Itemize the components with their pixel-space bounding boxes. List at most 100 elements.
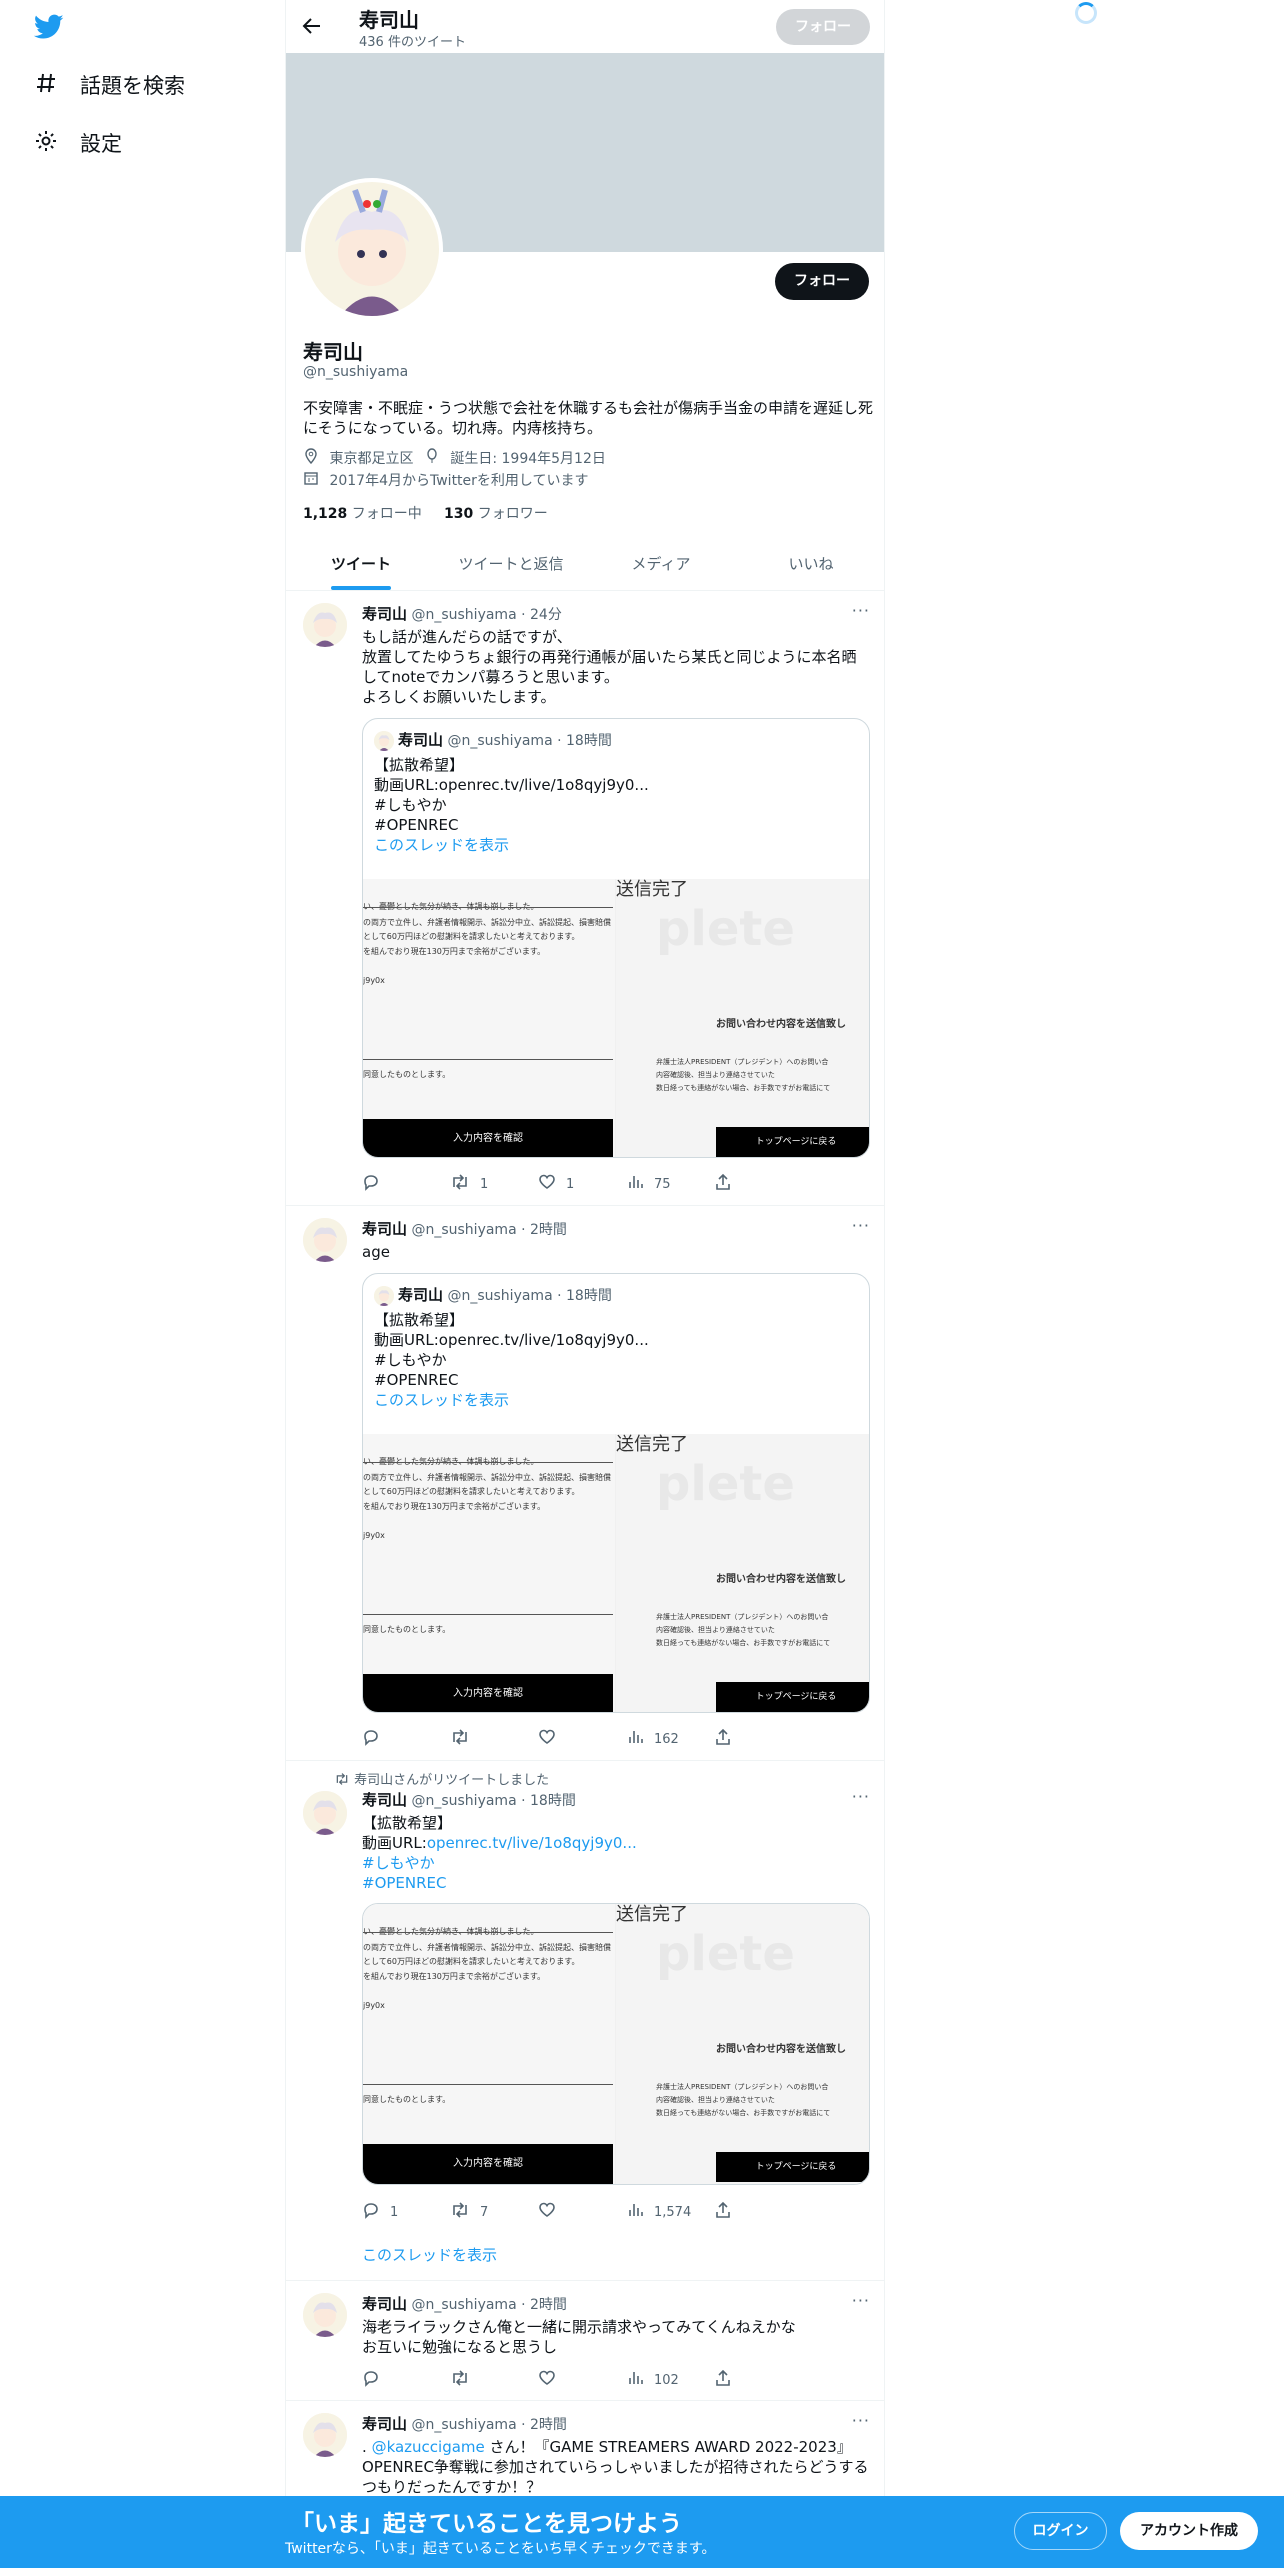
hashtag-link[interactable]: #しもやか [362, 1853, 870, 1873]
twitter-logo-icon[interactable] [33, 14, 64, 44]
retweet-button[interactable]: 1 [450, 1173, 538, 1195]
show-thread-link[interactable]: このスレッドを表示 [374, 1390, 854, 1410]
media-text-line: の両方で立件し、弁護者情報開示、訴訟分中立、訴訟提起、損害賠償 [363, 918, 611, 927]
tab-likes[interactable]: いいね [736, 538, 884, 590]
signup-button[interactable]: アカウント作成 [1120, 2512, 1258, 2550]
reply-button[interactable]: 1 [362, 2201, 450, 2223]
tweet-avatar[interactable] [303, 2293, 347, 2337]
show-thread-link[interactable]: このスレッドを表示 [362, 2245, 870, 2265]
tweet-link[interactable]: openrec.tv/live/1o8qyj9y0... [427, 1834, 637, 1852]
share-icon [714, 1173, 732, 1195]
like-button[interactable] [538, 2369, 626, 2391]
more-icon[interactable]: ··· [852, 601, 870, 620]
media-image[interactable]: い、憂鬱とした気分が続き、体調も崩しました。の両方で立件し、弁護者情報開示、訴訟… [363, 1434, 869, 1712]
share-button[interactable] [714, 1728, 802, 1750]
tweet[interactable]: 寿司山 @n_sushiyama · 24分 ··· もし話が進んだらの話ですが… [286, 591, 884, 1206]
retweet-icon [334, 1772, 350, 1790]
media-image[interactable]: い、憂鬱とした気分が続き、体調も崩しました。の両方で立件し、弁護者情報開示、訴訟… [363, 879, 869, 1157]
media-text-line: j9y0x [363, 1531, 385, 1540]
back-arrow-icon[interactable] [300, 14, 324, 42]
quoted-tweet[interactable]: 寿司山 @n_sushiyama · 18時間 【拡散希望】 動画URL:openr… [362, 1273, 870, 1713]
tweet-text: もし話が進んだらの話ですが、 放置してたゆうちょ銀行の再発行通帳が届いたら某氏と… [362, 628, 857, 706]
login-button[interactable]: ログイン [1014, 2512, 1107, 2550]
tab-media[interactable]: メディア [586, 538, 736, 590]
tweet[interactable]: 寿司山さんがリツイートしました 寿司山 @n_sushiyama · 18時間 … [286, 1761, 884, 2281]
media-image[interactable]: い、憂鬱とした気分が続き、体調も崩しました。の両方で立件し、弁護者情報開示、訴訟… [363, 1904, 869, 2184]
tab-replies[interactable]: ツイートと返信 [436, 538, 586, 590]
reply-button[interactable] [362, 1728, 450, 1750]
like-button[interactable] [538, 2201, 626, 2223]
media-text-line: 弁護士法人PRESIDENT（プレジデント）へのお問い合 [656, 1613, 829, 1621]
nav-settings-label: 設定 [80, 132, 122, 156]
views-button[interactable]: 162 [626, 1728, 714, 1750]
media-text-line: 内容確認後、担当より連絡させていた [656, 1626, 775, 1634]
more-icon[interactable]: ··· [852, 1216, 870, 1235]
tweet-avatar[interactable] [303, 603, 347, 647]
heart-icon [538, 1728, 556, 1750]
following-link[interactable]: 1,128 フォロー中 [303, 506, 422, 522]
media-text-line: の両方で立件し、弁護者情報開示、訴訟分中立、訴訟提起、損害賠償 [363, 1943, 611, 1952]
more-icon[interactable]: ··· [852, 2291, 870, 2310]
heart-icon [538, 2369, 556, 2391]
retweet-button[interactable] [450, 2369, 538, 2391]
quoted-tweet[interactable]: 寿司山 @n_sushiyama · 18時間 【拡散希望】 動画URL:openr… [362, 718, 870, 1158]
tweet-avatar[interactable] [303, 2413, 347, 2457]
reply-icon [362, 1173, 380, 1195]
profile-birthday: 誕生日: 1994年5月12日 [450, 451, 606, 467]
avatar[interactable] [301, 178, 443, 320]
retweet-button[interactable]: 7 [450, 2201, 538, 2223]
profile-bio: 不安障害・不眠症・うつ状態で会社を休職するも会社が傷病手当金の申請を遅延し死にそ… [303, 399, 874, 437]
tweet-actions: 1 1 75 [362, 1173, 802, 1195]
gear-icon [34, 129, 58, 158]
like-button[interactable] [538, 1728, 626, 1750]
share-button[interactable] [714, 2369, 802, 2391]
header-name: 寿司山 [359, 8, 419, 32]
tweet[interactable]: 寿司山 @n_sushiyama · 2時間 ··· 海老ライラックさん俺と一緒… [286, 2281, 884, 2401]
media-text-line: の両方で立件し、弁護者情報開示、訴訟分中立、訴訟提起、損害賠償 [363, 1473, 611, 1482]
profile-location: 東京都足立区 [329, 451, 414, 467]
signup-banner-title: 「いま」起きていることを見つけよう [291, 2511, 682, 2537]
follow-button[interactable]: フォロー [775, 263, 869, 300]
more-icon[interactable]: ··· [852, 1787, 870, 1806]
views-button[interactable]: 1,574 [626, 2201, 714, 2223]
retweet-button[interactable] [450, 1728, 538, 1750]
like-button[interactable]: 1 [538, 1173, 626, 1195]
tweet-avatar[interactable] [303, 1791, 347, 1835]
header-follow-button[interactable]: フォロー [776, 9, 870, 45]
views-button[interactable]: 102 [626, 2369, 714, 2391]
share-button[interactable] [714, 2201, 802, 2223]
followers-link[interactable]: 130 フォロワー [444, 506, 548, 522]
nav-settings[interactable]: 設定 [34, 128, 122, 158]
views-button[interactable]: 75 [626, 1173, 714, 1195]
tweet[interactable]: 寿司山 @n_sushiyama · 2時間 ··· age 寿司山 @n_su… [286, 1206, 884, 1761]
reply-icon [362, 2369, 380, 2391]
media-text-line: として60万円ほどの慰謝料を請求したいと考えております。 [363, 1957, 580, 1966]
media-text-line: 数日経っても連絡がない場合、お手数ですがお電話にて [656, 1639, 831, 1647]
media-top-button: トップページに戻る [716, 1682, 869, 1712]
media-text-line: 同意したものとします。 [363, 1070, 451, 1079]
header-tweet-count: 436 件のツイート [359, 35, 466, 50]
media-confirm-button: 入力内容を確認 [363, 1674, 613, 1712]
show-thread-link[interactable]: このスレッドを表示 [374, 835, 854, 855]
more-icon[interactable]: ··· [852, 2411, 870, 2430]
tweet-avatar[interactable] [303, 1218, 347, 1262]
media-text-line: として60万円ほどの慰謝料を請求したいと考えております。 [363, 932, 580, 941]
quoted-header: 寿司山 @n_sushiyama · 18時間 [374, 1284, 612, 1306]
mention-link[interactable]: @kazuccigame [372, 2438, 485, 2456]
share-button[interactable] [714, 1173, 802, 1195]
reply-button[interactable] [362, 1173, 450, 1195]
left-nav: 話題を検索 設定 [0, 0, 285, 2568]
media-text-line: j9y0x [363, 976, 385, 985]
media-divider [363, 1462, 613, 1463]
media-title: 送信完了 [616, 1904, 688, 1925]
balloon-icon [424, 448, 440, 470]
tweet-media[interactable]: い、憂鬱とした気分が続き、体調も崩しました。の両方で立件し、弁護者情報開示、訴訟… [362, 1903, 870, 2185]
media-divider [363, 1614, 613, 1615]
tweet-text: . @kazuccigame さん！『GAME STREAMERS AWARD … [362, 2438, 869, 2496]
signup-banner-subtitle: Twitterなら、「いま」起きていることをいち早くチェックできます。 [285, 2541, 716, 2557]
reply-button[interactable] [362, 2369, 450, 2391]
hashtag-link[interactable]: #OPENREC [362, 1873, 870, 1893]
nav-explore[interactable]: 話題を検索 [34, 70, 185, 100]
tab-tweets[interactable]: ツイート [286, 538, 436, 590]
views-icon [626, 1728, 644, 1750]
